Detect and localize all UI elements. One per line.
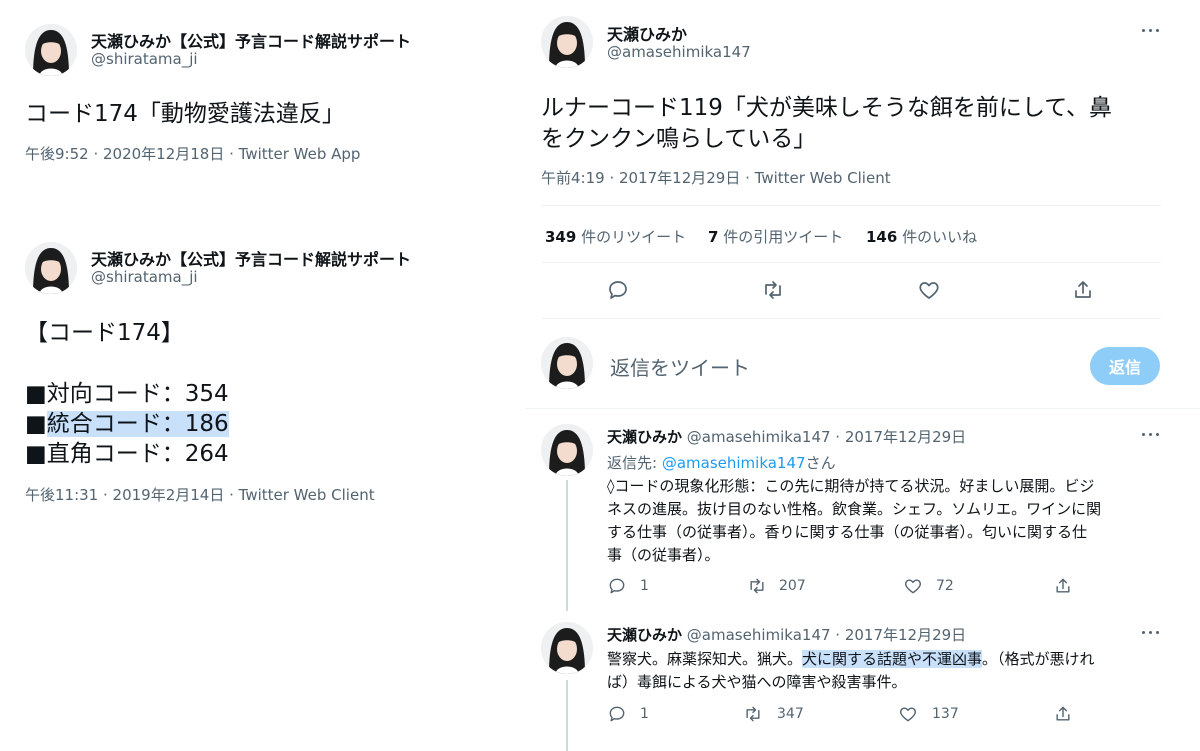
reply-to-suffix: さん — [805, 454, 836, 472]
text-segment: 警察犬。麻薬探知犬。猟犬。 — [607, 650, 803, 668]
reply-to-handle[interactable]: @amasehimika147 — [662, 454, 806, 472]
more-icon[interactable] — [1140, 26, 1162, 36]
share-icon[interactable] — [1053, 704, 1073, 724]
retweet-count: 349 — [545, 228, 577, 246]
reply-icon[interactable] — [606, 278, 630, 302]
reply-text-line: する仕事（の従事者）。香りに関する仕事（の従事者）。匂いに関する仕 — [607, 523, 1088, 541]
reply-text: 警察犬。麻薬探知犬。猟犬。犬に関する話題や不運凶事。（格式が悪けれ ば）毒餌によ… — [607, 648, 1095, 694]
tweet-meta[interactable]: 午後9:52 · 2020年12月18日 · Twitter Web App — [25, 143, 360, 164]
author-handle-date[interactable]: @amasehimika147 · 2017年12月29日 — [687, 428, 966, 446]
quote-label: 件の引用ツイート — [723, 228, 844, 246]
author-handle[interactable]: @shiratama_ji — [91, 50, 198, 68]
like-count: 72 — [936, 578, 954, 594]
avatar[interactable] — [25, 24, 77, 76]
reply-icon[interactable] — [607, 576, 627, 596]
text-segment: 。（格式が悪けれ — [982, 650, 1095, 668]
author-name[interactable]: 天瀬ひみか — [607, 21, 687, 45]
tweet-text: コード174「動物愛護法違反」 — [25, 101, 345, 127]
avatar[interactable] — [541, 622, 593, 674]
more-icon[interactable] — [1140, 430, 1162, 440]
reply-text-line: 警察犬。麻薬探知犬。猟犬。犬に関する話題や不運凶事。（格式が悪けれ — [607, 648, 1095, 671]
tweet-line-opposite: ■対向コード：354 — [25, 381, 229, 407]
stat-retweets[interactable]: 349 件のリツイート — [545, 226, 686, 247]
author-name[interactable]: 天瀬ひみか — [607, 428, 682, 446]
author-handle[interactable]: @amasehimika147 — [607, 43, 751, 61]
retweet-count: 347 — [777, 706, 804, 722]
avatar[interactable] — [541, 424, 593, 476]
reply-to: 返信先: @amasehimika147さん — [607, 452, 836, 473]
avatar — [541, 337, 593, 389]
stat-likes[interactable]: 146 件のいいね — [866, 226, 977, 247]
divider — [541, 262, 1161, 263]
reply-count: 1 — [640, 706, 649, 722]
share-icon[interactable] — [1053, 576, 1073, 596]
tweet-meta[interactable]: 午前4:19 · 2017年12月29日 · Twitter Web Clien… — [541, 167, 891, 188]
avatar[interactable] — [25, 242, 77, 294]
author-name[interactable]: 天瀬ひみか — [607, 626, 682, 644]
like-count: 137 — [932, 706, 959, 722]
reply-to-prefix: 返信先: — [607, 454, 662, 472]
highlighted-text: 犬に関する話題や不運凶事 — [802, 650, 983, 668]
author-name[interactable]: 天瀬ひみか【公式】予言コード解説サポート — [91, 246, 411, 270]
retweet-icon[interactable] — [743, 704, 763, 724]
retweet-count: 207 — [779, 578, 806, 594]
divider — [541, 318, 1161, 319]
tweet-line-right-angle: ■直角コード：264 — [25, 441, 229, 467]
reply-count: 1 — [640, 578, 649, 594]
like-count: 146 — [866, 228, 898, 246]
more-icon[interactable] — [1140, 628, 1162, 638]
author-name[interactable]: 天瀬ひみか【公式】予言コード解説サポート — [91, 28, 411, 52]
retweet-icon[interactable] — [761, 278, 785, 302]
thread-line — [566, 480, 568, 611]
author-handle-date[interactable]: @amasehimika147 · 2017年12月29日 — [687, 626, 966, 644]
like-icon[interactable] — [903, 576, 923, 596]
tweet-text-line-1: ルナーコード119「犬が美味しそうな餌を前にして、鼻 — [541, 95, 1113, 121]
like-icon[interactable] — [917, 278, 941, 302]
like-label: 件のいいね — [902, 228, 978, 246]
tweet-heading: 【コード174】 — [25, 320, 184, 346]
share-icon[interactable] — [1071, 278, 1095, 302]
reply-header: 天瀬ひみか @amasehimika147 · 2017年12月29日 — [607, 426, 966, 447]
retweet-label: 件のリツイート — [581, 228, 687, 246]
reply-text: ◊コードの現象化形態：この先に期待が持てる状況。好ましい展開。ビジ ネスの進展。… — [607, 475, 1101, 567]
thread-line — [566, 680, 568, 751]
retweet-icon[interactable] — [747, 576, 767, 596]
reply-header: 天瀬ひみか @amasehimika147 · 2017年12月29日 — [607, 624, 966, 645]
quote-count: 7 — [708, 228, 719, 246]
reply-text-line: ば）毒餌による犬や猫への障害や殺害事件。 — [607, 673, 907, 691]
reply-text-line: ◊コードの現象化形態：この先に期待が持てる状況。好ましい展開。ビジ — [607, 477, 1095, 495]
reply-text-line: 事（の従事者）。 — [607, 546, 720, 564]
tweet-meta[interactable]: 午後11:31 · 2019年2月14日 · Twitter Web Clien… — [25, 484, 375, 505]
divider — [525, 408, 1200, 409]
tweet-line-integrated: ■統合コード：186 — [25, 404, 229, 438]
divider — [541, 205, 1161, 206]
like-icon[interactable] — [898, 704, 918, 724]
stat-quotes[interactable]: 7 件の引用ツイート — [708, 226, 843, 247]
reply-icon[interactable] — [607, 704, 627, 724]
tweet-text-line-2: をクンクン鳴らしている」 — [541, 126, 817, 152]
reply-text-line: ネスの進展。抜け目のない性格。飲食業。シェフ。ソムリエ。ワインに関 — [607, 500, 1102, 518]
reply-button[interactable]: 返信 — [1090, 347, 1160, 385]
avatar[interactable] — [541, 16, 593, 68]
reply-input[interactable]: 返信をツイート — [610, 352, 750, 381]
author-handle[interactable]: @shiratama_ji — [91, 268, 198, 286]
